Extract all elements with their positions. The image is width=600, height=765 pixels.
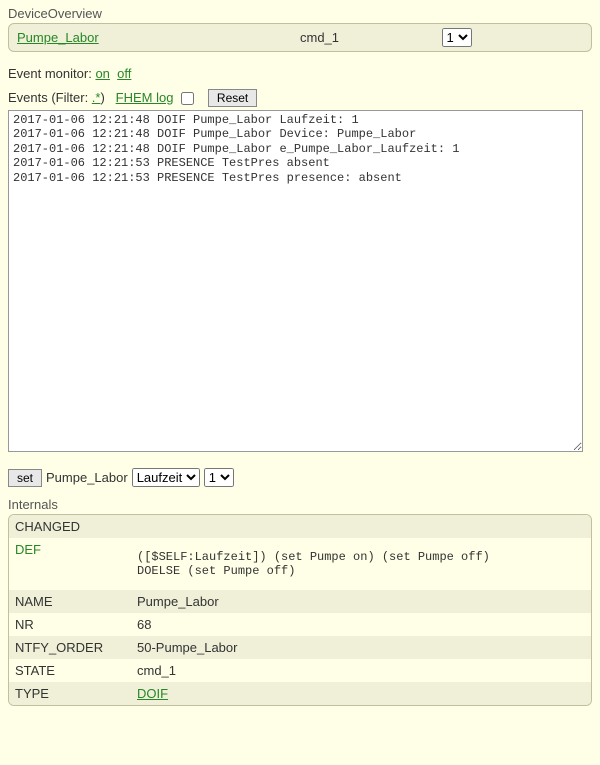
fhem-log-checkbox[interactable] — [181, 92, 194, 105]
internals-row-type: TYPE DOIF — [9, 682, 591, 705]
event-monitor-off[interactable]: off — [117, 66, 131, 81]
internals-type-label: TYPE — [9, 682, 131, 705]
device-name-link[interactable]: Pumpe_Labor — [17, 30, 99, 45]
set-row: set Pumpe_Labor Laufzeit 1 — [8, 468, 592, 487]
events-filter-prefix: Events (Filter: — [8, 90, 92, 105]
internals-state-value: cmd_1 — [131, 659, 591, 682]
device-overview-title: DeviceOverview — [8, 6, 592, 21]
set-reading-select[interactable]: Laufzeit — [132, 468, 200, 487]
events-filter-row: Events (Filter: .*) FHEM log Reset — [8, 89, 592, 108]
internals-nr-value: 68 — [131, 613, 591, 636]
internals-name-value: Pumpe_Labor — [131, 590, 591, 613]
internals-def-value: ([$SELF:Laufzeit]) (set Pumpe on) (set P… — [131, 538, 591, 590]
event-console[interactable]: 2017-01-06 12:21:48 DOIF Pumpe_Labor Lau… — [8, 110, 583, 452]
set-value-select[interactable]: 1 — [204, 468, 234, 487]
fhem-log-link[interactable]: FHEM log — [116, 90, 174, 105]
internals-row-state: STATE cmd_1 — [9, 659, 591, 682]
internals-row-def: DEF ([$SELF:Laufzeit]) (set Pumpe on) (s… — [9, 538, 591, 590]
internals-state-label: STATE — [9, 659, 131, 682]
internals-type-link[interactable]: DOIF — [137, 686, 168, 701]
reset-button[interactable]: Reset — [208, 89, 257, 107]
internals-def-label[interactable]: DEF — [9, 538, 131, 590]
internals-nr-label: NR — [9, 613, 131, 636]
internals-ntfy-value: 50-Pumpe_Labor — [131, 636, 591, 659]
internals-changed: CHANGED — [9, 515, 591, 538]
set-device-name: Pumpe_Labor — [46, 470, 128, 485]
internals-table: CHANGED DEF ([$SELF:Laufzeit]) (set Pump… — [8, 514, 592, 706]
internals-row-changed: CHANGED — [9, 515, 591, 538]
internals-name-label: NAME — [9, 590, 131, 613]
events-filter-suffix: ) — [100, 90, 104, 105]
event-monitor-on[interactable]: on — [95, 66, 109, 81]
internals-title: Internals — [8, 497, 592, 512]
device-overview-row: Pumpe_Labor cmd_1 1 — [8, 23, 592, 52]
internals-row-nr: NR 68 — [9, 613, 591, 636]
internals-row-ntfy: NTFY_ORDER 50-Pumpe_Labor — [9, 636, 591, 659]
set-button[interactable]: set — [8, 469, 42, 487]
device-overview-select[interactable]: 1 — [442, 28, 472, 47]
event-monitor-label: Event monitor: — [8, 66, 92, 81]
internals-row-name: NAME Pumpe_Labor — [9, 590, 591, 613]
device-state: cmd_1 — [300, 30, 442, 45]
internals-ntfy-label: NTFY_ORDER — [9, 636, 131, 659]
event-monitor-row: Event monitor: on off — [8, 66, 592, 81]
